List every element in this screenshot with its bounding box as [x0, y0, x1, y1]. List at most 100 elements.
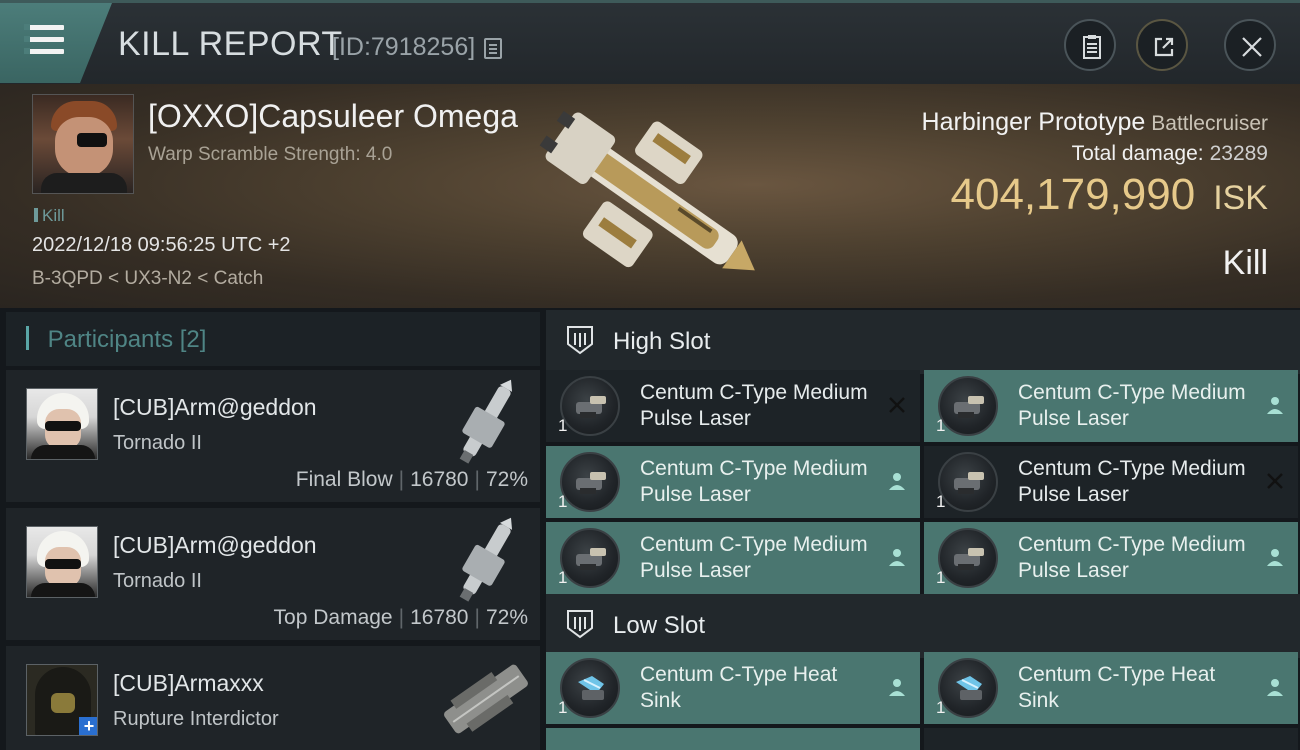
total-damage-value: 23289	[1209, 142, 1268, 165]
module-name: Centum C-Type Medium Pulse Laser	[640, 533, 868, 582]
heat-sink-icon	[938, 658, 998, 718]
location-path: B-3QPD < UX3-N2 < Catch	[32, 268, 264, 289]
module-name: Centum C-Type Medium Pulse Laser	[1018, 381, 1246, 430]
participant-row[interactable]: [CUB]Arm@geddon Tornado II Top Damage | 16…	[6, 508, 540, 640]
dropped-person-icon	[889, 679, 905, 696]
victim-ship-image[interactable]	[520, 90, 780, 304]
low-slot-header: Low Slot	[546, 594, 1300, 658]
menu-icon	[24, 24, 64, 55]
kill-result: Kill	[1222, 244, 1268, 282]
module-item[interactable]: 1 Centum C-Type Medium Pulse Laser	[924, 522, 1298, 594]
participants-title: Participants	[47, 326, 174, 353]
pulse-laser-icon	[560, 376, 620, 436]
high-slot-header: High Slot	[546, 310, 1300, 374]
module-item-partial[interactable]	[546, 728, 920, 750]
module-quantity: 1	[558, 416, 568, 435]
victim-name[interactable]: [OXXO]Capsuleer Omega	[148, 98, 518, 135]
participant-avatar[interactable]: +	[26, 664, 98, 736]
module-item[interactable]: 1 Centum C-Type Heat Sink	[924, 652, 1298, 724]
participants-header[interactable]: Participants [2]	[6, 312, 540, 366]
title-bar: KILL REPORT [ID:7918256]	[0, 0, 1300, 84]
share-button[interactable]	[1136, 19, 1188, 71]
page-title: KILL REPORT	[118, 25, 343, 63]
isk-unit: ISK	[1213, 179, 1268, 217]
participant-avatar[interactable]	[26, 388, 98, 460]
clipboard-icon	[1083, 35, 1101, 59]
participant-role: Final Blow	[295, 468, 393, 491]
participant-damage: 16780	[410, 606, 469, 629]
module-quantity: 1	[558, 698, 568, 717]
participant-ship: Rupture Interdictor	[113, 708, 279, 730]
participant-avatar[interactable]	[26, 526, 98, 598]
module-item-partial[interactable]	[924, 728, 1298, 750]
report-id: [ID:7918256]	[332, 33, 476, 61]
participant-row[interactable]: + [CUB]Armaxxx Rupture Interdictor	[6, 646, 540, 750]
low-slot-icon	[567, 610, 593, 639]
isk-value: 404,179,990 ISK	[951, 170, 1269, 220]
participant-ship: Tornado II	[113, 570, 202, 592]
module-quantity: 1	[936, 492, 946, 511]
heat-sink-icon	[560, 658, 620, 718]
participant-name: [CUB]Armaxxx	[113, 670, 264, 696]
clipboard-button[interactable]	[1064, 19, 1116, 71]
participants-label: Participants [2]	[26, 326, 207, 354]
module-item[interactable]: 1 Centum C-Type Medium Pulse Laser	[546, 370, 920, 442]
module-name: Centum C-Type Medium Pulse Laser	[1018, 533, 1246, 582]
menu-button[interactable]	[0, 3, 112, 83]
module-quantity: 1	[936, 416, 946, 435]
kill-tag: Kill	[34, 206, 65, 226]
dropped-person-icon	[1267, 397, 1283, 414]
participant-percent: 72%	[485, 468, 528, 491]
victim-banner: [OXXO]Capsuleer Omega Warp Scramble Stre…	[0, 84, 1300, 308]
participant-ship-image	[459, 517, 513, 602]
participants-panel: Participants [2] [CUB]Arm@geddon Tornado…	[6, 312, 540, 750]
dropped-person-icon	[1267, 549, 1283, 566]
participants-count: [2]	[179, 326, 207, 353]
total-damage: Total damage: 23289	[1072, 142, 1268, 166]
kill-datetime: 2022/12/18 09:56:25 UTC +2	[32, 234, 291, 256]
module-name: Centum C-Type Medium Pulse Laser	[640, 457, 868, 506]
module-item[interactable]: 1 Centum C-Type Medium Pulse Laser	[546, 522, 920, 594]
share-icon	[1154, 37, 1174, 57]
pulse-laser-icon	[938, 528, 998, 588]
module-quantity: 1	[558, 492, 568, 511]
module-item[interactable]: 1 Centum C-Type Medium Pulse Laser	[924, 446, 1298, 518]
high-slot-label: High Slot	[613, 328, 711, 355]
participant-ship-image	[459, 379, 513, 464]
module-quantity: 1	[936, 698, 946, 717]
copy-icon[interactable]	[484, 38, 502, 59]
participant-percent: 72%	[485, 606, 528, 629]
module-name: Centum C-Type Heat Sink	[640, 663, 838, 712]
victim-ship-name[interactable]: Harbinger Prototype Battlecruiser	[922, 108, 1268, 137]
participant-stats: Final Blow | 16780 | 72%	[295, 468, 528, 491]
ship-name-text: Harbinger Prototype	[921, 108, 1146, 136]
participant-name: [CUB]Arm@geddon	[113, 532, 317, 558]
pulse-laser-icon	[560, 452, 620, 512]
module-quantity: 1	[558, 568, 568, 587]
destroyed-icon	[1267, 473, 1283, 489]
dropped-person-icon	[1267, 679, 1283, 696]
module-item[interactable]: 1 Centum C-Type Medium Pulse Laser	[546, 446, 920, 518]
module-name: Centum C-Type Heat Sink	[1018, 663, 1216, 712]
ship-class: Battlecruiser	[1151, 112, 1268, 135]
dropped-person-icon	[889, 549, 905, 566]
module-name: Centum C-Type Medium Pulse Laser	[1018, 457, 1246, 506]
participant-ship: Tornado II	[113, 432, 202, 454]
participant-damage: 16780	[410, 468, 469, 491]
victim-avatar[interactable]	[32, 94, 134, 194]
low-slot-label: Low Slot	[613, 612, 706, 639]
high-slot-icon	[567, 326, 593, 355]
participant-name: [CUB]Arm@geddon	[113, 394, 317, 420]
close-button[interactable]	[1224, 19, 1276, 71]
total-damage-label: Total damage:	[1071, 142, 1204, 165]
warp-scramble-strength: Warp Scramble Strength: 4.0	[148, 144, 393, 165]
module-quantity: 1	[936, 568, 946, 587]
participant-row[interactable]: [CUB]Arm@geddon Tornado II Final Blow | 16…	[6, 370, 540, 502]
pulse-laser-icon	[938, 376, 998, 436]
module-item[interactable]: 1 Centum C-Type Heat Sink	[546, 652, 920, 724]
plus-icon: +	[79, 717, 97, 735]
participant-role: Top Damage	[273, 606, 393, 629]
module-item[interactable]: 1 Centum C-Type Medium Pulse Laser	[924, 370, 1298, 442]
module-name: Centum C-Type Medium Pulse Laser	[640, 381, 868, 430]
pulse-laser-icon	[938, 452, 998, 512]
